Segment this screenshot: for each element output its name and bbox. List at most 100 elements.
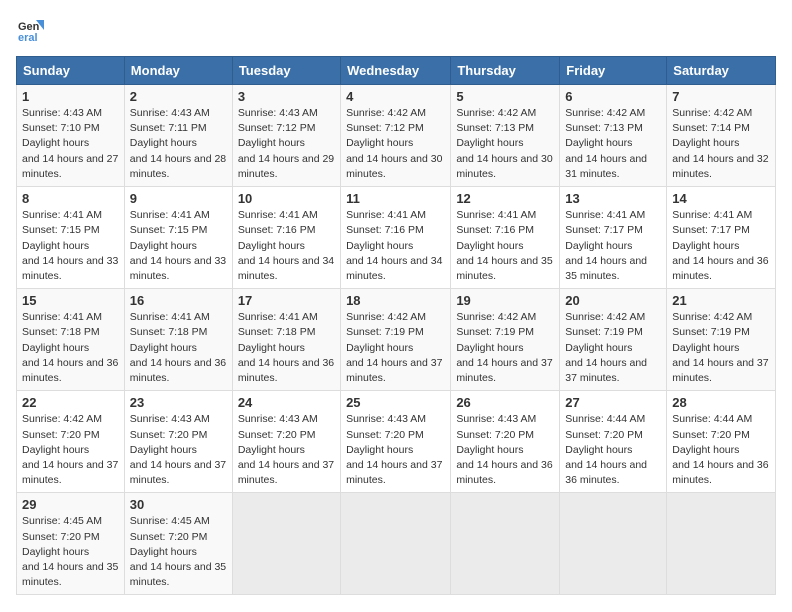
day-number: 24 xyxy=(238,395,335,410)
day-number: 6 xyxy=(565,89,661,104)
calendar-cell: 4 Sunrise: 4:42 AMSunset: 7:12 PMDaylight… xyxy=(341,85,451,187)
calendar-cell: 26 Sunrise: 4:43 AMSunset: 7:20 PMDayligh… xyxy=(451,391,560,493)
day-number: 30 xyxy=(130,497,227,512)
calendar-cell: 3 Sunrise: 4:43 AMSunset: 7:12 PMDaylight… xyxy=(232,85,340,187)
day-header-monday: Monday xyxy=(124,57,232,85)
day-number: 3 xyxy=(238,89,335,104)
header: Gen eral xyxy=(16,16,776,44)
week-row-5: 29 Sunrise: 4:45 AMSunset: 7:20 PMDayligh… xyxy=(17,493,776,595)
calendar-cell: 15 Sunrise: 4:41 AMSunset: 7:18 PMDayligh… xyxy=(17,289,125,391)
cell-content: Sunrise: 4:43 AMSunset: 7:20 PMDaylight … xyxy=(346,412,445,488)
day-number: 13 xyxy=(565,191,661,206)
calendar-cell xyxy=(232,493,340,595)
cell-content: Sunrise: 4:41 AMSunset: 7:17 PMDaylight … xyxy=(565,208,661,284)
day-number: 2 xyxy=(130,89,227,104)
calendar-cell: 22 Sunrise: 4:42 AMSunset: 7:20 PMDayligh… xyxy=(17,391,125,493)
calendar-cell: 23 Sunrise: 4:43 AMSunset: 7:20 PMDayligh… xyxy=(124,391,232,493)
cell-content: Sunrise: 4:43 AMSunset: 7:20 PMDaylight … xyxy=(456,412,554,488)
calendar-cell: 24 Sunrise: 4:43 AMSunset: 7:20 PMDayligh… xyxy=(232,391,340,493)
calendar-cell: 1 Sunrise: 4:43 AMSunset: 7:10 PMDaylight… xyxy=(17,85,125,187)
day-number: 15 xyxy=(22,293,119,308)
day-number: 29 xyxy=(22,497,119,512)
day-number: 21 xyxy=(672,293,770,308)
cell-content: Sunrise: 4:41 AMSunset: 7:17 PMDaylight … xyxy=(672,208,770,284)
calendar-cell: 11Sunrise: 4:41 AMSunset: 7:16 PMDayligh… xyxy=(341,187,451,289)
calendar-cell: 16Sunrise: 4:41 AMSunset: 7:18 PMDayligh… xyxy=(124,289,232,391)
cell-content: Sunrise: 4:43 AMSunset: 7:11 PMDaylight … xyxy=(130,106,227,182)
week-row-1: 1 Sunrise: 4:43 AMSunset: 7:10 PMDaylight… xyxy=(17,85,776,187)
cell-content: Sunrise: 4:42 AMSunset: 7:19 PMDaylight … xyxy=(565,310,661,386)
week-row-3: 15 Sunrise: 4:41 AMSunset: 7:18 PMDayligh… xyxy=(17,289,776,391)
cell-content: Sunrise: 4:41 AMSunset: 7:18 PMDaylight … xyxy=(22,310,119,386)
day-number: 23 xyxy=(130,395,227,410)
day-number: 26 xyxy=(456,395,554,410)
day-number: 18 xyxy=(346,293,445,308)
day-number: 12 xyxy=(456,191,554,206)
calendar-table: SundayMondayTuesdayWednesdayThursdayFrid… xyxy=(16,56,776,595)
cell-content: Sunrise: 4:43 AMSunset: 7:12 PMDaylight … xyxy=(238,106,335,182)
logo-icon: Gen eral xyxy=(16,16,44,44)
cell-content: Sunrise: 4:42 AMSunset: 7:19 PMDaylight … xyxy=(346,310,445,386)
calendar-cell: 7 Sunrise: 4:42 AMSunset: 7:14 PMDaylight… xyxy=(667,85,776,187)
cell-content: Sunrise: 4:41 AMSunset: 7:15 PMDaylight … xyxy=(22,208,119,284)
day-number: 19 xyxy=(456,293,554,308)
calendar-cell: 9 Sunrise: 4:41 AMSunset: 7:15 PMDaylight… xyxy=(124,187,232,289)
day-header-friday: Friday xyxy=(560,57,667,85)
day-header-tuesday: Tuesday xyxy=(232,57,340,85)
calendar-cell xyxy=(667,493,776,595)
calendar-cell: 10 Sunrise: 4:41 AMSunset: 7:16 PMDayligh… xyxy=(232,187,340,289)
calendar-cell: 27Sunrise: 4:44 AMSunset: 7:20 PMDayligh… xyxy=(560,391,667,493)
cell-content: Sunrise: 4:42 AMSunset: 7:12 PMDaylight … xyxy=(346,106,445,182)
day-number: 9 xyxy=(130,191,227,206)
cell-content: Sunrise: 4:44 AMSunset: 7:20 PMDaylight … xyxy=(565,412,661,488)
cell-content: Sunrise: 4:42 AMSunset: 7:13 PMDaylight … xyxy=(565,106,661,182)
day-number: 5 xyxy=(456,89,554,104)
calendar-cell: 21Sunrise: 4:42 AMSunset: 7:19 PMDayligh… xyxy=(667,289,776,391)
day-number: 25 xyxy=(346,395,445,410)
day-number: 4 xyxy=(346,89,445,104)
cell-content: Sunrise: 4:45 AMSunset: 7:20 PMDaylight … xyxy=(22,514,119,590)
logo: Gen eral xyxy=(16,16,48,44)
day-number: 14 xyxy=(672,191,770,206)
calendar-cell xyxy=(560,493,667,595)
day-number: 1 xyxy=(22,89,119,104)
cell-content: Sunrise: 4:42 AMSunset: 7:20 PMDaylight … xyxy=(22,412,119,488)
calendar-cell: 5Sunrise: 4:42 AMSunset: 7:13 PMDaylight… xyxy=(451,85,560,187)
calendar-cell xyxy=(341,493,451,595)
day-number: 7 xyxy=(672,89,770,104)
cell-content: Sunrise: 4:43 AMSunset: 7:20 PMDaylight … xyxy=(238,412,335,488)
week-row-2: 8 Sunrise: 4:41 AMSunset: 7:15 PMDaylight… xyxy=(17,187,776,289)
cell-content: Sunrise: 4:43 AMSunset: 7:20 PMDaylight … xyxy=(130,412,227,488)
day-number: 10 xyxy=(238,191,335,206)
cell-content: Sunrise: 4:44 AMSunset: 7:20 PMDaylight … xyxy=(672,412,770,488)
calendar-cell: 14 Sunrise: 4:41 AMSunset: 7:17 PMDayligh… xyxy=(667,187,776,289)
calendar-cell: 19Sunrise: 4:42 AMSunset: 7:19 PMDayligh… xyxy=(451,289,560,391)
calendar-cell: 20Sunrise: 4:42 AMSunset: 7:19 PMDayligh… xyxy=(560,289,667,391)
day-number: 8 xyxy=(22,191,119,206)
cell-content: Sunrise: 4:45 AMSunset: 7:20 PMDaylight … xyxy=(130,514,227,590)
cell-content: Sunrise: 4:41 AMSunset: 7:18 PMDaylight … xyxy=(130,310,227,386)
day-header-thursday: Thursday xyxy=(451,57,560,85)
header-row: SundayMondayTuesdayWednesdayThursdayFrid… xyxy=(17,57,776,85)
calendar-cell: 12 Sunrise: 4:41 AMSunset: 7:16 PMDayligh… xyxy=(451,187,560,289)
calendar-cell xyxy=(451,493,560,595)
svg-text:eral: eral xyxy=(18,32,38,44)
cell-content: Sunrise: 4:43 AMSunset: 7:10 PMDaylight … xyxy=(22,106,119,182)
calendar-cell: 29 Sunrise: 4:45 AMSunset: 7:20 PMDayligh… xyxy=(17,493,125,595)
calendar-cell: 28 Sunrise: 4:44 AMSunset: 7:20 PMDayligh… xyxy=(667,391,776,493)
day-number: 22 xyxy=(22,395,119,410)
cell-content: Sunrise: 4:41 AMSunset: 7:18 PMDaylight … xyxy=(238,310,335,386)
day-header-saturday: Saturday xyxy=(667,57,776,85)
cell-content: Sunrise: 4:42 AMSunset: 7:14 PMDaylight … xyxy=(672,106,770,182)
cell-content: Sunrise: 4:41 AMSunset: 7:16 PMDaylight … xyxy=(456,208,554,284)
cell-content: Sunrise: 4:41 AMSunset: 7:15 PMDaylight … xyxy=(130,208,227,284)
day-number: 28 xyxy=(672,395,770,410)
calendar-cell: 6 Sunrise: 4:42 AMSunset: 7:13 PMDaylight… xyxy=(560,85,667,187)
day-header-sunday: Sunday xyxy=(17,57,125,85)
calendar-cell: 30 Sunrise: 4:45 AMSunset: 7:20 PMDayligh… xyxy=(124,493,232,595)
day-number: 17 xyxy=(238,293,335,308)
calendar-cell: 18 Sunrise: 4:42 AMSunset: 7:19 PMDayligh… xyxy=(341,289,451,391)
calendar-cell: 17 Sunrise: 4:41 AMSunset: 7:18 PMDayligh… xyxy=(232,289,340,391)
cell-content: Sunrise: 4:41 AMSunset: 7:16 PMDaylight … xyxy=(346,208,445,284)
cell-content: Sunrise: 4:41 AMSunset: 7:16 PMDaylight … xyxy=(238,208,335,284)
